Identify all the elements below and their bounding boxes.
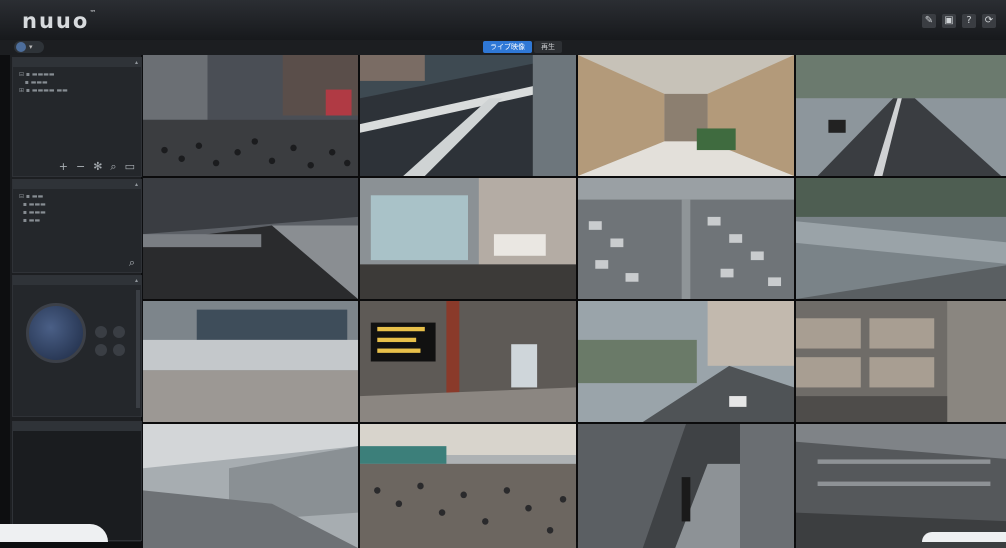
view-tree-item[interactable]: ⊟ ▪ ▬▬ (19, 193, 135, 201)
device-list-actions: + − ✻ ⌕ ▭ (59, 160, 135, 174)
device-tree-item[interactable]: ⊟ ▪ ▬▬▬▬ (19, 71, 135, 79)
ptz-joystick[interactable] (26, 303, 86, 363)
logo-trademark: ™ (89, 9, 99, 17)
camera-view[interactable] (143, 301, 358, 422)
monitor-stand-right (922, 532, 1006, 542)
device-list-panel: ▴ ⊟ ▪ ▬▬▬▬ ▪ ▬▬▬ ⊞ ▪ ▬▬▬▬ ▬▬ + − ✻ ⌕ ▭ (12, 57, 142, 177)
camera-view[interactable] (796, 178, 1006, 299)
event-panel (12, 421, 142, 541)
camera-view[interactable] (360, 301, 576, 422)
view-list-actions: ⌕ (129, 256, 135, 270)
live-view-button[interactable]: ライブ映像 (483, 41, 532, 53)
chevron-down-icon: ▾ (29, 43, 33, 51)
search-icon[interactable]: ⌕ (110, 160, 116, 174)
toolbar-icons: ✎ ▣ ? ⟳ (922, 14, 996, 28)
camera-view[interactable] (796, 424, 1006, 548)
focus-near-button[interactable] (95, 344, 107, 356)
device-tree-item[interactable]: ⊞ ▪ ▬▬▬▬ ▬▬ (19, 87, 135, 95)
camera-view[interactable] (578, 301, 794, 422)
view-tree-item[interactable]: ▪ ▬▬▬ (19, 209, 135, 217)
camera-view[interactable] (143, 178, 358, 299)
add-icon[interactable]: + (59, 160, 68, 174)
camera-view[interactable] (578, 178, 794, 299)
collapse-icon[interactable]: ▴ (135, 180, 138, 189)
camera-view[interactable] (143, 424, 358, 548)
camera-view[interactable] (143, 55, 358, 176)
wrench-icon[interactable]: ✎ (922, 14, 936, 28)
remove-icon[interactable]: − (76, 160, 85, 174)
gear-icon[interactable]: ✻ (93, 160, 102, 174)
help-icon[interactable]: ? (962, 14, 976, 28)
focus-far-button[interactable] (113, 344, 125, 356)
view-tree: ⊟ ▪ ▬▬ ▪ ▬▬▬ ▪ ▬▬▬ ▪ ▬▬ (13, 189, 141, 229)
camera-view[interactable] (360, 424, 576, 548)
camera-grid (143, 55, 1006, 548)
zoom-out-button[interactable] (113, 326, 125, 338)
camera-view[interactable] (360, 55, 576, 176)
nuuo-logo: nuuo™ (22, 9, 98, 33)
camera-view[interactable] (360, 178, 576, 299)
view-list-title: ▴ (13, 180, 141, 189)
camera-view[interactable] (796, 301, 1006, 422)
mode-switch: ライブ映像 再生 (483, 41, 564, 53)
search-icon[interactable]: ⌕ (129, 256, 135, 270)
sidebar: ▴ ⊟ ▪ ▬▬▬▬ ▪ ▬▬▬ ⊞ ▪ ▬▬▬▬ ▬▬ + − ✻ ⌕ ▭ ▴… (10, 55, 142, 542)
camera-view[interactable] (796, 55, 1006, 176)
view-tree-item[interactable]: ▪ ▬▬ (19, 217, 135, 225)
power-icon[interactable]: ⟳ (982, 14, 996, 28)
camera-view[interactable] (578, 55, 794, 176)
collapse-icon[interactable]: ▴ (135, 58, 138, 67)
language-selector[interactable]: ▾ (14, 41, 44, 53)
monitor-icon[interactable]: ▣ (942, 14, 956, 28)
event-title (13, 422, 141, 431)
zoom-in-button[interactable] (95, 326, 107, 338)
camera-view[interactable] (578, 424, 794, 548)
playback-button[interactable]: 再生 (534, 41, 562, 53)
ptz-title: ▴ (13, 276, 141, 285)
view-list-panel: ▴ ⊟ ▪ ▬▬ ▪ ▬▬▬ ▪ ▬▬▬ ▪ ▬▬ ⌕ (12, 179, 142, 273)
collapse-icon[interactable]: ▴ (135, 276, 138, 285)
menu-icon[interactable]: ▭ (125, 160, 135, 174)
monitor-stand-left (0, 524, 108, 542)
device-tree: ⊟ ▪ ▬▬▬▬ ▪ ▬▬▬ ⊞ ▪ ▬▬▬▬ ▬▬ (13, 67, 141, 99)
ptz-panel: ▴ (12, 275, 142, 417)
device-tree-item[interactable]: ▪ ▬▬▬ (19, 79, 135, 87)
ptz-scrollbar[interactable] (136, 290, 140, 408)
globe-icon (16, 42, 26, 52)
view-tree-item[interactable]: ▪ ▬▬▬ (19, 201, 135, 209)
device-list-title: ▴ (13, 58, 141, 67)
logo-text: nuuo (22, 9, 90, 33)
top-bar: nuuo™ ✎ ▣ ? ⟳ (0, 0, 1006, 41)
